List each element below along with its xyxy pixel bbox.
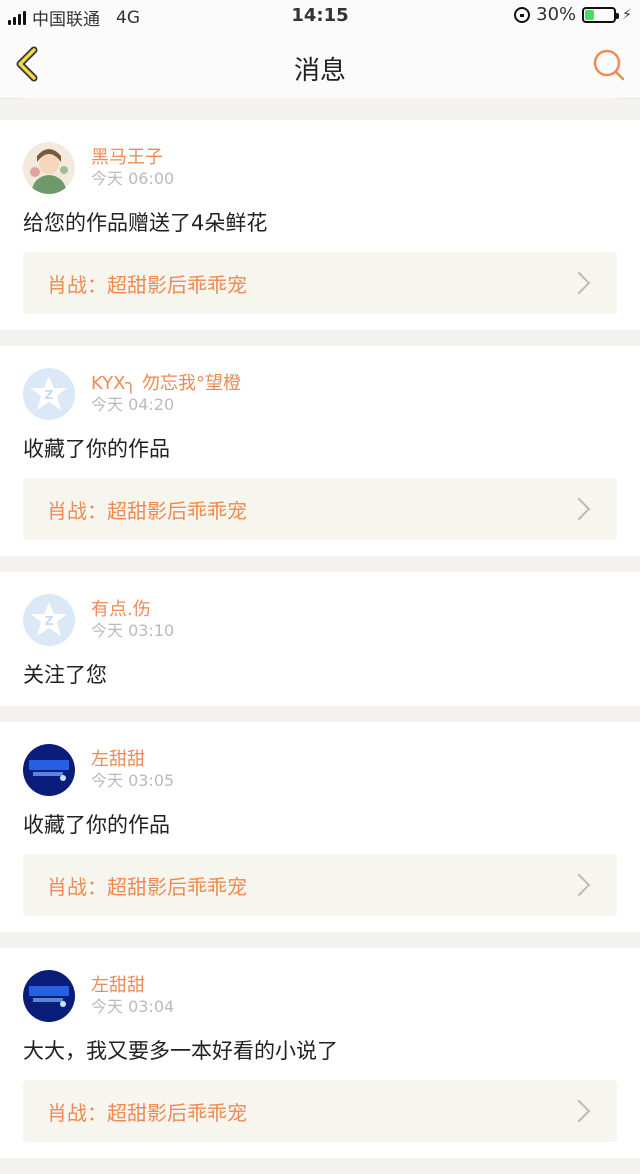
message-card[interactable]: 左甜甜 今天 03:04 大大，我又要多一本好看的小说了 肖战：超甜影后乖乖宠	[0, 948, 640, 1158]
message-header: 左甜甜 今天 03:04	[23, 970, 617, 1022]
message-header: Z KYX╮ 勿忘我°望橙 今天 04:20	[23, 368, 617, 420]
message-text: 给您的作品赠送了4朵鲜花	[23, 211, 268, 235]
avatar[interactable]	[23, 142, 75, 194]
message-text: 收藏了你的作品	[23, 813, 170, 837]
previous-card-edge	[23, 98, 617, 105]
message-card[interactable]: Z 有点.伤 今天 03:10 关注了您	[0, 572, 640, 706]
message-text: 收藏了你的作品	[23, 437, 170, 461]
svg-text:Z: Z	[45, 388, 54, 402]
status-right: 30% ⚡	[514, 4, 632, 25]
avatar[interactable]	[23, 744, 75, 796]
message-card[interactable]: 黑马王子 今天 06:00 给您的作品赠送了4朵鲜花 肖战：超甜影后乖乖宠	[0, 120, 640, 330]
work-title: 肖战：超甜影后乖乖宠	[47, 498, 247, 523]
work-link[interactable]: 肖战：超甜影后乖乖宠	[23, 478, 617, 540]
cartoon-girl-avatar-icon	[23, 142, 75, 194]
chevron-right-icon	[567, 1099, 591, 1123]
sender-name[interactable]: 左甜甜	[91, 975, 174, 997]
message-time: 今天 04:20	[91, 395, 175, 414]
sender-name[interactable]: 黑马王子	[91, 147, 174, 169]
chevron-right-icon	[567, 497, 591, 521]
sender-name[interactable]: 左甜甜	[91, 749, 174, 771]
message-card[interactable]: Z KYX╮ 勿忘我°望橙 今天 04:20 收藏了你的作品 肖战：超甜影后乖乖…	[0, 346, 640, 556]
nav-bar: 消息	[0, 32, 640, 99]
message-card[interactable]: 左甜甜 今天 03:05 收藏了你的作品 肖战：超甜影后乖乖宠	[0, 722, 640, 932]
default-qq-avatar-icon: Z	[23, 368, 75, 420]
search-icon[interactable]	[592, 48, 626, 82]
work-link[interactable]: 肖战：超甜影后乖乖宠	[23, 854, 617, 916]
page-title: 消息	[293, 56, 346, 86]
default-qq-avatar-icon: Z	[23, 594, 75, 646]
avatar[interactable]: Z	[23, 368, 75, 420]
battery-percent: 30%	[536, 4, 577, 25]
message-text: 关注了您	[23, 663, 107, 687]
sender-name[interactable]: KYX╮ 勿忘我°望橙	[91, 373, 241, 395]
avatar[interactable]	[23, 970, 75, 1022]
battery-icon	[582, 6, 620, 23]
message-time: 今天 03:10	[91, 621, 175, 640]
chevron-right-icon	[567, 873, 591, 897]
work-title: 肖战：超甜影后乖乖宠	[47, 1100, 247, 1125]
svg-text:Z: Z	[45, 614, 54, 628]
work-link[interactable]: 肖战：超甜影后乖乖宠	[23, 1080, 617, 1142]
message-header: 黑马王子 今天 06:00	[23, 142, 617, 194]
blue-neon-avatar-icon	[23, 744, 75, 796]
message-time: 今天 06:00	[91, 169, 175, 188]
blue-neon-avatar-icon	[23, 970, 75, 1022]
message-header: Z 有点.伤 今天 03:10	[23, 594, 617, 646]
work-title: 肖战：超甜影后乖乖宠	[47, 874, 247, 899]
charging-icon: ⚡	[622, 6, 632, 23]
message-text: 大大，我又要多一本好看的小说了	[23, 1039, 338, 1063]
message-list: 黑马王子 今天 06:00 给您的作品赠送了4朵鲜花 肖战：超甜影后乖乖宠 Z …	[0, 120, 640, 1174]
avatar[interactable]: Z	[23, 594, 75, 646]
orientation-lock-icon	[514, 6, 531, 23]
work-link[interactable]: 肖战：超甜影后乖乖宠	[23, 252, 617, 314]
work-title: 肖战：超甜影后乖乖宠	[47, 272, 247, 297]
status-bar: 中国联通 4G 14:15 30% ⚡	[0, 0, 640, 32]
message-time: 今天 03:05	[91, 771, 175, 790]
sender-name[interactable]: 有点.伤	[91, 599, 174, 621]
chevron-right-icon	[567, 271, 591, 295]
message-time: 今天 03:04	[91, 997, 175, 1016]
message-header: 左甜甜 今天 03:05	[23, 744, 617, 796]
